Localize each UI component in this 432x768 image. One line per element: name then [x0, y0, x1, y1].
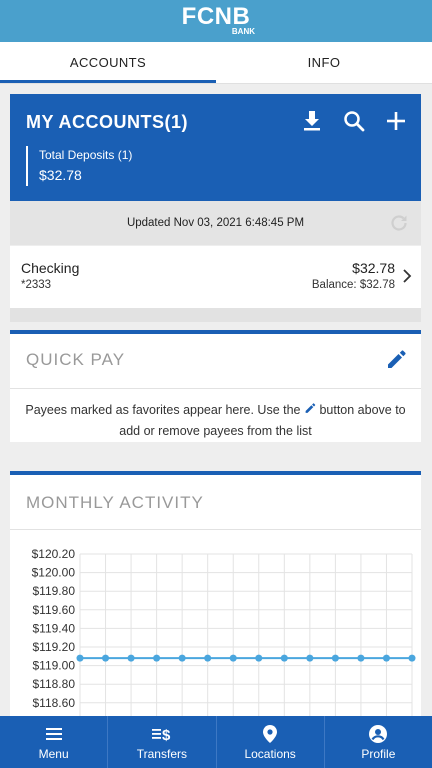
- plus-icon[interactable]: [385, 110, 407, 132]
- updated-label: Updated: [126, 217, 174, 229]
- data-point: [127, 654, 135, 662]
- quick-pay-message: Payees marked as favorites appear here. …: [20, 400, 411, 442]
- data-point: [153, 654, 161, 662]
- account-number: *2333: [21, 279, 52, 291]
- app-header: FCNB BANK: [0, 0, 432, 42]
- account-name: Checking: [21, 260, 80, 276]
- nav-profile[interactable]: Profile: [325, 716, 432, 768]
- data-point: [331, 654, 339, 662]
- data-point: [280, 654, 288, 662]
- account-row-checking[interactable]: Checking *2333 $32.78 Balance: $32.78: [10, 246, 421, 308]
- total-deposits-label: Total Deposits (1): [39, 148, 133, 162]
- inline-pencil-icon: [304, 400, 316, 421]
- monthly-activity-title: MONTHLY ACTIVITY: [26, 493, 204, 512]
- nav-transfers[interactable]: $ Transfers: [108, 716, 217, 768]
- my-accounts-card: MY ACCOUNTS(1) Total Deposits (1) $32.78: [10, 94, 421, 201]
- y-tick-label: $119.60: [33, 603, 76, 617]
- tab-accounts[interactable]: ACCOUNTS: [0, 42, 216, 83]
- updated-bar: Updated Nov 03, 2021 6:48:45 PM: [10, 201, 421, 245]
- y-tick-label: $119.00: [33, 659, 76, 673]
- y-tick-label: $118.80: [33, 677, 76, 691]
- updated-datetime: Nov 03, 2021 6:48:45 PM: [173, 217, 305, 229]
- accounts-footer: [10, 308, 421, 322]
- refresh-icon[interactable]: [389, 213, 409, 233]
- data-point: [306, 654, 314, 662]
- nav-profile-label: Profile: [361, 746, 396, 761]
- data-point: [408, 654, 416, 662]
- account-amount: $32.78: [352, 260, 395, 276]
- data-point: [102, 654, 110, 662]
- total-deposits: Total Deposits (1) $32.78: [26, 146, 132, 186]
- nav-locations-label: Locations: [244, 746, 296, 761]
- transfers-icon: $: [151, 724, 172, 744]
- y-tick-label: $119.20: [33, 640, 76, 654]
- divider: [10, 388, 421, 389]
- edit-pencil-icon[interactable]: [385, 348, 407, 370]
- download-icon[interactable]: [301, 110, 323, 132]
- svg-text:$: $: [162, 727, 171, 742]
- menu-icon: [45, 724, 62, 744]
- profile-icon: [369, 724, 388, 744]
- data-point: [204, 654, 212, 662]
- data-point: [382, 654, 390, 662]
- tab-bar: ACCOUNTS INFO: [0, 42, 432, 84]
- my-accounts-title: MY ACCOUNTS(1): [26, 112, 189, 132]
- nav-locations[interactable]: Locations: [217, 716, 325, 768]
- y-tick-label: $118.60: [33, 696, 76, 710]
- accounts-toolbar: [301, 110, 407, 132]
- logo-subtitle: BANK: [231, 27, 255, 36]
- data-point: [178, 654, 186, 662]
- account-balance: Balance: $32.78: [311, 279, 395, 291]
- bottom-nav: Menu $ Transfers Locations Profile: [0, 716, 432, 768]
- tab-info[interactable]: INFO: [216, 42, 432, 83]
- data-point: [255, 654, 263, 662]
- logo: FCNB: [181, 3, 251, 30]
- quick-pay-title: QUICK PAY: [26, 350, 126, 369]
- nav-transfers-label: Transfers: [136, 746, 187, 761]
- total-deposits-value: $32.78: [39, 167, 82, 183]
- data-point: [76, 654, 84, 662]
- y-tick-label: $120.20: [32, 547, 76, 561]
- chevron-right-icon: [401, 268, 413, 284]
- y-tick-label: $119.80: [33, 584, 76, 598]
- divider: [10, 529, 421, 530]
- quick-pay-message-start: Payees marked as favorites appear here. …: [25, 403, 304, 417]
- location-pin-icon: [263, 724, 278, 744]
- data-point: [229, 654, 237, 662]
- search-icon[interactable]: [343, 110, 365, 132]
- y-tick-label: $119.40: [33, 621, 76, 635]
- quick-pay-card: QUICK PAY Payees marked as favorites app…: [10, 330, 421, 442]
- nav-menu-label: Menu: [38, 746, 69, 761]
- nav-menu[interactable]: Menu: [0, 716, 109, 768]
- y-tick-label: $120.00: [32, 566, 76, 580]
- data-point: [357, 654, 365, 662]
